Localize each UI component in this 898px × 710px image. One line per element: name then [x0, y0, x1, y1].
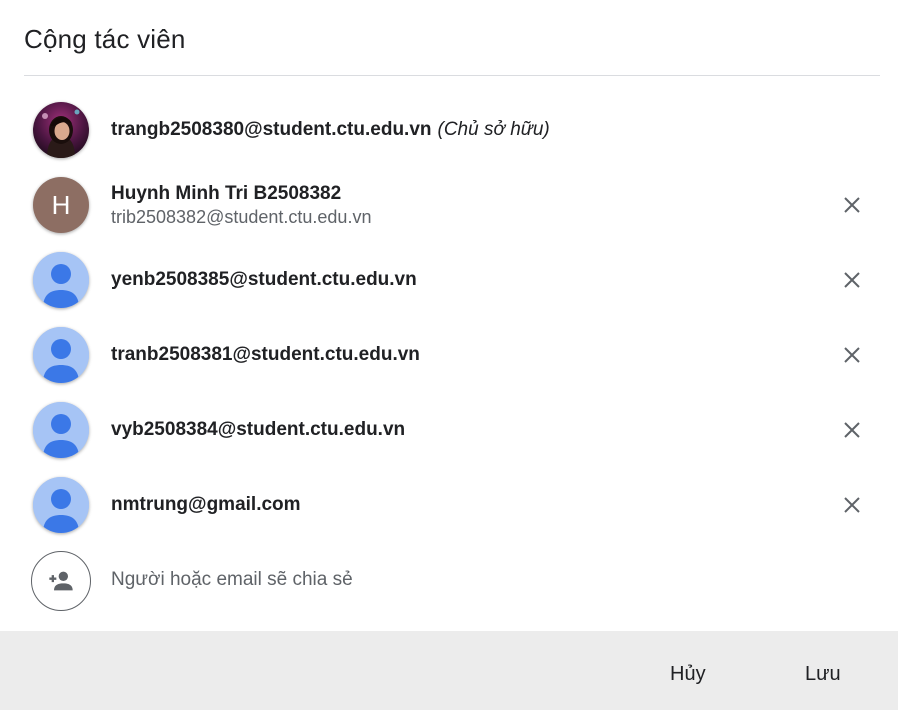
person-icon — [33, 402, 89, 458]
collaborator-email: yenb2508385@student.ctu.edu.vn — [111, 269, 417, 290]
person-add-icon — [31, 551, 91, 611]
collaborator-email: tranb2508381@student.ctu.edu.vn — [111, 344, 420, 365]
avatar-letter: H — [33, 177, 89, 233]
person-icon — [33, 477, 89, 533]
collaborator-row: vyb2508384@student.ctu.edu.vn — [0, 396, 898, 471]
remove-collaborator-button[interactable] — [842, 195, 862, 215]
close-icon — [844, 272, 860, 288]
collaborator-email: vyb2508384@student.ctu.edu.vn — [111, 419, 406, 440]
collaborator-row: yenb2508385@student.ctu.edu.vn — [0, 246, 898, 321]
remove-collaborator-button[interactable] — [842, 420, 862, 440]
remove-collaborator-button[interactable] — [842, 495, 862, 515]
close-icon — [844, 347, 860, 363]
collaborator-row: tranb2508381@student.ctu.edu.vn — [0, 321, 898, 396]
add-collaborator-row[interactable]: Người hoặc email sẽ chia sẻ — [0, 546, 898, 621]
save-button[interactable]: Lưu — [797, 659, 849, 690]
close-icon — [844, 422, 860, 438]
title-divider — [24, 75, 880, 76]
collaborator-row: nmtrung@gmail.com — [0, 471, 898, 546]
dialog-title: Cộng tác viên — [24, 24, 186, 54]
avatar-photo — [33, 102, 89, 158]
collaborators-dialog: Cộng tác viên trangb2508380@student.ctu.… — [0, 0, 898, 710]
cancel-button[interactable]: Hủy — [662, 659, 714, 690]
collaborator-email: trangb2508380@student.ctu.edu.vn — [111, 119, 432, 140]
close-icon — [844, 497, 860, 513]
person-icon — [33, 252, 89, 308]
close-icon — [844, 197, 860, 213]
collaborator-row: H Huynh Minh Tri B2508382 trib2508382@st… — [0, 171, 898, 246]
owner-label: (Chủ sở hữu) — [437, 119, 550, 140]
collaborator-email: trib2508382@student.ctu.edu.vn — [111, 206, 372, 227]
dialog-footer: Hủy Lưu — [0, 631, 898, 710]
person-icon — [33, 327, 89, 383]
remove-collaborator-button[interactable] — [842, 345, 862, 365]
collaborator-name: Huynh Minh Tri B2508382 — [111, 182, 342, 204]
collaborator-list: trangb2508380@student.ctu.edu.vn (Chủ sở … — [0, 96, 898, 621]
collaborator-row-owner: trangb2508380@student.ctu.edu.vn (Chủ sở … — [0, 96, 898, 171]
remove-collaborator-button[interactable] — [842, 270, 862, 290]
add-collaborator-input[interactable]: Người hoặc email sẽ chia sẻ — [111, 569, 353, 591]
collaborator-email: nmtrung@gmail.com — [111, 494, 301, 515]
